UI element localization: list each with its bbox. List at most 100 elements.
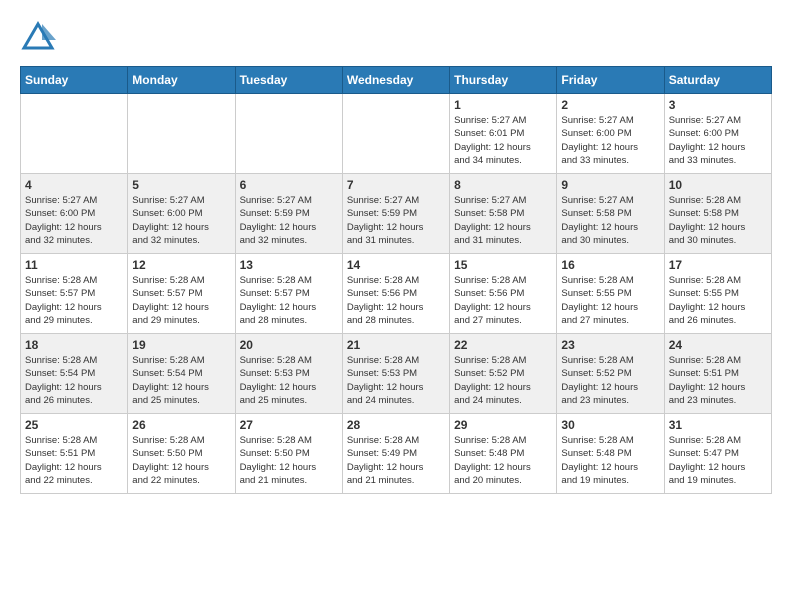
day-number: 15 [454,258,552,272]
day-number: 12 [132,258,230,272]
header-day-saturday: Saturday [664,67,771,94]
day-number: 6 [240,178,338,192]
day-info: Sunrise: 5:27 AM Sunset: 5:58 PM Dayligh… [454,194,552,247]
header-row: SundayMondayTuesdayWednesdayThursdayFrid… [21,67,772,94]
page-header [20,20,772,56]
calendar-cell: 7Sunrise: 5:27 AM Sunset: 5:59 PM Daylig… [342,174,449,254]
day-info: Sunrise: 5:27 AM Sunset: 5:59 PM Dayligh… [240,194,338,247]
header-day-sunday: Sunday [21,67,128,94]
calendar-cell [342,94,449,174]
calendar-cell: 29 Sunrise: 5:28 AM Sunset: 5:48 PM Dayli… [450,414,557,494]
day-info: Sunrise: 5:28 AM Sunset: 5:50 PM Dayligh… [240,434,338,487]
week-row-2: 4 Sunrise: 5:27 AM Sunset: 6:00 PM Daylig… [21,174,772,254]
calendar-cell: 26 Sunrise: 5:28 AM Sunset: 5:50 PM Dayli… [128,414,235,494]
day-number: 21 [347,338,445,352]
day-number: 17 [669,258,767,272]
day-info: Sunrise: 5:28 AM Sunset: 5:52 PM Dayligh… [561,354,659,407]
day-info: Sunrise: 5:28 AM Sunset: 5:48 PM Dayligh… [561,434,659,487]
day-number: 1 [454,98,552,112]
calendar-cell: 16 Sunrise: 5:28 AM Sunset: 5:55 PM Dayli… [557,254,664,334]
day-number: 18 [25,338,123,352]
calendar-cell: 10Sunrise: 5:28 AM Sunset: 5:58 PM Dayli… [664,174,771,254]
week-row-4: 18 Sunrise: 5:28 AM Sunset: 5:54 PM Dayli… [21,334,772,414]
day-number: 4 [25,178,123,192]
day-info: Sunrise: 5:28 AM Sunset: 5:56 PM Dayligh… [347,274,445,327]
day-info: Sunrise: 5:28 AM Sunset: 5:49 PM Dayligh… [347,434,445,487]
calendar-cell: 20 Sunrise: 5:28 AM Sunset: 5:53 PM Dayli… [235,334,342,414]
calendar-table: SundayMondayTuesdayWednesdayThursdayFrid… [20,66,772,494]
calendar-cell: 2 Sunrise: 5:27 AM Sunset: 6:00 PM Daylig… [557,94,664,174]
day-number: 7 [347,178,445,192]
calendar-cell: 15 Sunrise: 5:28 AM Sunset: 5:56 PM Dayli… [450,254,557,334]
calendar-cell: 21 Sunrise: 5:28 AM Sunset: 5:53 PM Dayli… [342,334,449,414]
day-number: 16 [561,258,659,272]
day-number: 20 [240,338,338,352]
day-info: Sunrise: 5:28 AM Sunset: 5:53 PM Dayligh… [347,354,445,407]
week-row-1: 1 Sunrise: 5:27 AM Sunset: 6:01 PM Daylig… [21,94,772,174]
day-info: Sunrise: 5:28 AM Sunset: 5:55 PM Dayligh… [561,274,659,327]
logo-icon [20,20,56,56]
day-number: 24 [669,338,767,352]
calendar-cell [235,94,342,174]
day-info: Sunrise: 5:28 AM Sunset: 5:57 PM Dayligh… [25,274,123,327]
day-number: 26 [132,418,230,432]
calendar-cell: 12Sunrise: 5:28 AM Sunset: 5:57 PM Dayli… [128,254,235,334]
day-number: 9 [561,178,659,192]
week-row-3: 11 Sunrise: 5:28 AM Sunset: 5:57 PM Dayli… [21,254,772,334]
calendar-cell: 5 Sunrise: 5:27 AM Sunset: 6:00 PM Daylig… [128,174,235,254]
calendar-cell: 1 Sunrise: 5:27 AM Sunset: 6:01 PM Daylig… [450,94,557,174]
day-number: 2 [561,98,659,112]
day-info: Sunrise: 5:27 AM Sunset: 6:00 PM Dayligh… [132,194,230,247]
header-day-friday: Friday [557,67,664,94]
calendar-cell: 17Sunrise: 5:28 AM Sunset: 5:55 PM Dayli… [664,254,771,334]
calendar-cell: 18 Sunrise: 5:28 AM Sunset: 5:54 PM Dayli… [21,334,128,414]
calendar-cell: 30 Sunrise: 5:28 AM Sunset: 5:48 PM Dayli… [557,414,664,494]
calendar-cell: 4 Sunrise: 5:27 AM Sunset: 6:00 PM Daylig… [21,174,128,254]
day-info: Sunrise: 5:27 AM Sunset: 5:58 PM Dayligh… [561,194,659,247]
day-number: 22 [454,338,552,352]
day-number: 29 [454,418,552,432]
calendar-cell: 24Sunrise: 5:28 AM Sunset: 5:51 PM Dayli… [664,334,771,414]
calendar-cell: 6 Sunrise: 5:27 AM Sunset: 5:59 PM Daylig… [235,174,342,254]
day-info: Sunrise: 5:28 AM Sunset: 5:52 PM Dayligh… [454,354,552,407]
calendar-cell: 27 Sunrise: 5:28 AM Sunset: 5:50 PM Dayli… [235,414,342,494]
day-info: Sunrise: 5:28 AM Sunset: 5:53 PM Dayligh… [240,354,338,407]
day-info: Sunrise: 5:28 AM Sunset: 5:54 PM Dayligh… [25,354,123,407]
calendar-cell: 19Sunrise: 5:28 AM Sunset: 5:54 PM Dayli… [128,334,235,414]
day-info: Sunrise: 5:28 AM Sunset: 5:47 PM Dayligh… [669,434,767,487]
day-number: 25 [25,418,123,432]
calendar-cell: 23 Sunrise: 5:28 AM Sunset: 5:52 PM Dayli… [557,334,664,414]
calendar-cell: 9 Sunrise: 5:27 AM Sunset: 5:58 PM Daylig… [557,174,664,254]
header-day-monday: Monday [128,67,235,94]
day-info: Sunrise: 5:27 AM Sunset: 6:00 PM Dayligh… [25,194,123,247]
calendar-cell: 25 Sunrise: 5:28 AM Sunset: 5:51 PM Dayli… [21,414,128,494]
day-info: Sunrise: 5:28 AM Sunset: 5:57 PM Dayligh… [240,274,338,327]
day-info: Sunrise: 5:28 AM Sunset: 5:54 PM Dayligh… [132,354,230,407]
header-day-wednesday: Wednesday [342,67,449,94]
calendar-cell: 31 Sunrise: 5:28 AM Sunset: 5:47 PM Dayli… [664,414,771,494]
header-day-thursday: Thursday [450,67,557,94]
day-number: 3 [669,98,767,112]
day-number: 30 [561,418,659,432]
day-info: Sunrise: 5:28 AM Sunset: 5:51 PM Dayligh… [25,434,123,487]
day-info: Sunrise: 5:27 AM Sunset: 6:01 PM Dayligh… [454,114,552,167]
day-info: Sunrise: 5:28 AM Sunset: 5:48 PM Dayligh… [454,434,552,487]
day-number: 27 [240,418,338,432]
day-number: 28 [347,418,445,432]
day-number: 14 [347,258,445,272]
week-row-5: 25 Sunrise: 5:28 AM Sunset: 5:51 PM Dayli… [21,414,772,494]
day-number: 10 [669,178,767,192]
calendar-cell [128,94,235,174]
day-info: Sunrise: 5:27 AM Sunset: 6:00 PM Dayligh… [561,114,659,167]
calendar-cell: 8Sunrise: 5:27 AM Sunset: 5:58 PM Daylig… [450,174,557,254]
day-number: 31 [669,418,767,432]
day-info: Sunrise: 5:28 AM Sunset: 5:56 PM Dayligh… [454,274,552,327]
calendar-cell [21,94,128,174]
day-number: 11 [25,258,123,272]
calendar-cell: 11 Sunrise: 5:28 AM Sunset: 5:57 PM Dayli… [21,254,128,334]
day-number: 23 [561,338,659,352]
calendar-cell: 13 Sunrise: 5:28 AM Sunset: 5:57 PM Dayli… [235,254,342,334]
day-number: 5 [132,178,230,192]
day-number: 13 [240,258,338,272]
day-info: Sunrise: 5:28 AM Sunset: 5:50 PM Dayligh… [132,434,230,487]
